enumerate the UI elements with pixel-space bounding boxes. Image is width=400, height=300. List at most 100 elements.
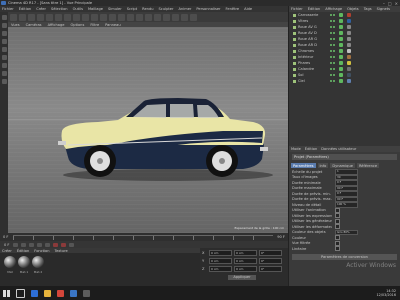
attribute-checkbox[interactable] [335,240,340,246]
current-frame[interactable]: 0 F [4,243,10,247]
material-tag-icon[interactable] [347,61,351,65]
play-icon[interactable] [28,242,34,247]
material-swatch-0[interactable] [4,256,16,268]
visibility-dots[interactable] [330,56,335,58]
points-mode-icon[interactable] [1,47,7,52]
enable-check-icon[interactable] [339,49,343,53]
visibility-dots[interactable] [330,38,335,40]
coord-position-field[interactable]: 0 cm [209,266,232,272]
keyframe-icon[interactable] [68,242,74,247]
editor-visibility-icon[interactable] [330,32,332,34]
enable-check-icon[interactable] [339,73,343,77]
redo-icon[interactable] [19,13,26,21]
menu-item-0[interactable]: Fichier [2,7,14,11]
material-menu-item-2[interactable]: Fonction [34,249,49,253]
render-visibility-icon[interactable] [333,26,335,28]
attribute-value-field[interactable]: 100 % [335,202,358,208]
enable-check-icon[interactable] [339,67,343,71]
attribute-value-field[interactable]: Gris 80% [335,229,358,235]
visibility-dots[interactable] [330,44,335,46]
viewport-menu-item-2[interactable]: Affichage [48,23,65,27]
render-visibility-icon[interactable] [333,56,335,58]
coord-position-field[interactable]: 0 cm [209,258,232,264]
material-tag-icon[interactable] [347,31,351,35]
enable-check-icon[interactable] [339,13,343,17]
visibility-dots[interactable] [330,74,335,76]
world-coord-icon[interactable] [91,13,98,21]
render-settings-icon[interactable] [118,13,125,21]
rotate-icon[interactable] [55,13,62,21]
render-picture-viewer-icon[interactable] [109,13,116,21]
material-tag-icon[interactable] [347,19,351,23]
goto-start-icon[interactable] [12,242,18,247]
menu-item-10[interactable]: Animer [178,7,191,11]
next-frame-icon[interactable] [36,242,42,247]
menu-item-12[interactable]: Fenêtre [226,7,240,11]
material-tag-icon[interactable] [347,25,351,29]
menu-item-11[interactable]: Personnaliser [196,7,220,11]
workplane-icon[interactable] [1,79,7,84]
visibility-dots[interactable] [330,14,335,16]
coord-size-field[interactable]: 0 cm [234,250,257,256]
maximize-icon[interactable]: □ [388,1,392,6]
enable-check-icon[interactable] [339,61,343,65]
viewport-menu-item-0[interactable]: Vues [11,23,20,27]
editor-visibility-icon[interactable] [330,38,332,40]
material-menu-item-0[interactable]: Créer [2,249,12,253]
viewport-menu-item-5[interactable]: Panneau [105,23,120,27]
render-visibility-icon[interactable] [333,80,335,82]
visibility-dots[interactable] [330,68,335,70]
attribute-checkbox[interactable] [335,218,340,224]
visibility-dots[interactable] [330,26,335,28]
editor-visibility-icon[interactable] [330,50,332,52]
material-tag-icon[interactable] [347,43,351,47]
move-icon[interactable] [37,13,44,21]
editor-visibility-icon[interactable] [330,62,332,64]
render-visibility-icon[interactable] [333,14,335,16]
make-editable-icon[interactable] [1,15,7,20]
system-clock[interactable]: 14:32 12/03/2016 [376,289,400,297]
menu-item-7[interactable]: Script [127,7,137,11]
cube-icon[interactable] [127,13,134,21]
apply-button[interactable]: Appliquer [228,275,256,280]
editor-visibility-icon[interactable] [330,26,332,28]
light-icon[interactable] [190,13,197,21]
coord-position-field[interactable]: 0 cm [209,250,232,256]
polygons-mode-icon[interactable] [1,63,7,68]
editor-visibility-icon[interactable] [330,44,332,46]
menu-item-13[interactable]: Aide [244,7,252,11]
material-swatch-1[interactable] [18,256,30,268]
windows-start-icon[interactable] [3,289,10,297]
deformer-icon[interactable] [163,13,170,21]
material-tag-icon[interactable] [347,79,351,83]
render-visibility-icon[interactable] [333,38,335,40]
viewport-menu-item-4[interactable]: Filtre [90,23,99,27]
render-visibility-icon[interactable] [333,68,335,70]
menu-item-4[interactable]: Outils [73,7,83,11]
floor-icon[interactable] [172,13,179,21]
material-swatch-2[interactable] [32,256,44,268]
menu-item-2[interactable]: Créer [36,7,46,11]
editor-visibility-icon[interactable] [330,56,332,58]
timeline[interactable]: 0 F 90 F [0,233,288,241]
timeline-ruler[interactable] [12,234,274,240]
array-icon[interactable] [154,13,161,21]
subdivision-icon[interactable] [145,13,152,21]
material-menu-item-1[interactable]: Édition [17,249,29,253]
render-visibility-icon[interactable] [333,62,335,64]
autokey-icon[interactable] [60,242,66,247]
object-menu-item-5[interactable]: Signets [377,7,390,11]
visibility-dots[interactable] [330,62,335,64]
viewport-menu-item-3[interactable]: Options [70,23,84,27]
file-explorer-icon[interactable] [44,289,51,297]
render-visibility-icon[interactable] [333,20,335,22]
object-row[interactable]: Ciel [289,78,400,84]
coord-rotation-field[interactable]: 0° [259,250,282,256]
enable-check-icon[interactable] [339,25,343,29]
texture-mode-icon[interactable] [1,31,7,36]
enable-check-icon[interactable] [339,43,343,47]
attribute-subtab-0[interactable]: Paramètres [291,163,316,168]
edge-browser-icon[interactable] [31,289,38,297]
attribute-tab-0[interactable]: Mode [291,147,301,151]
search-icon[interactable] [16,288,25,298]
